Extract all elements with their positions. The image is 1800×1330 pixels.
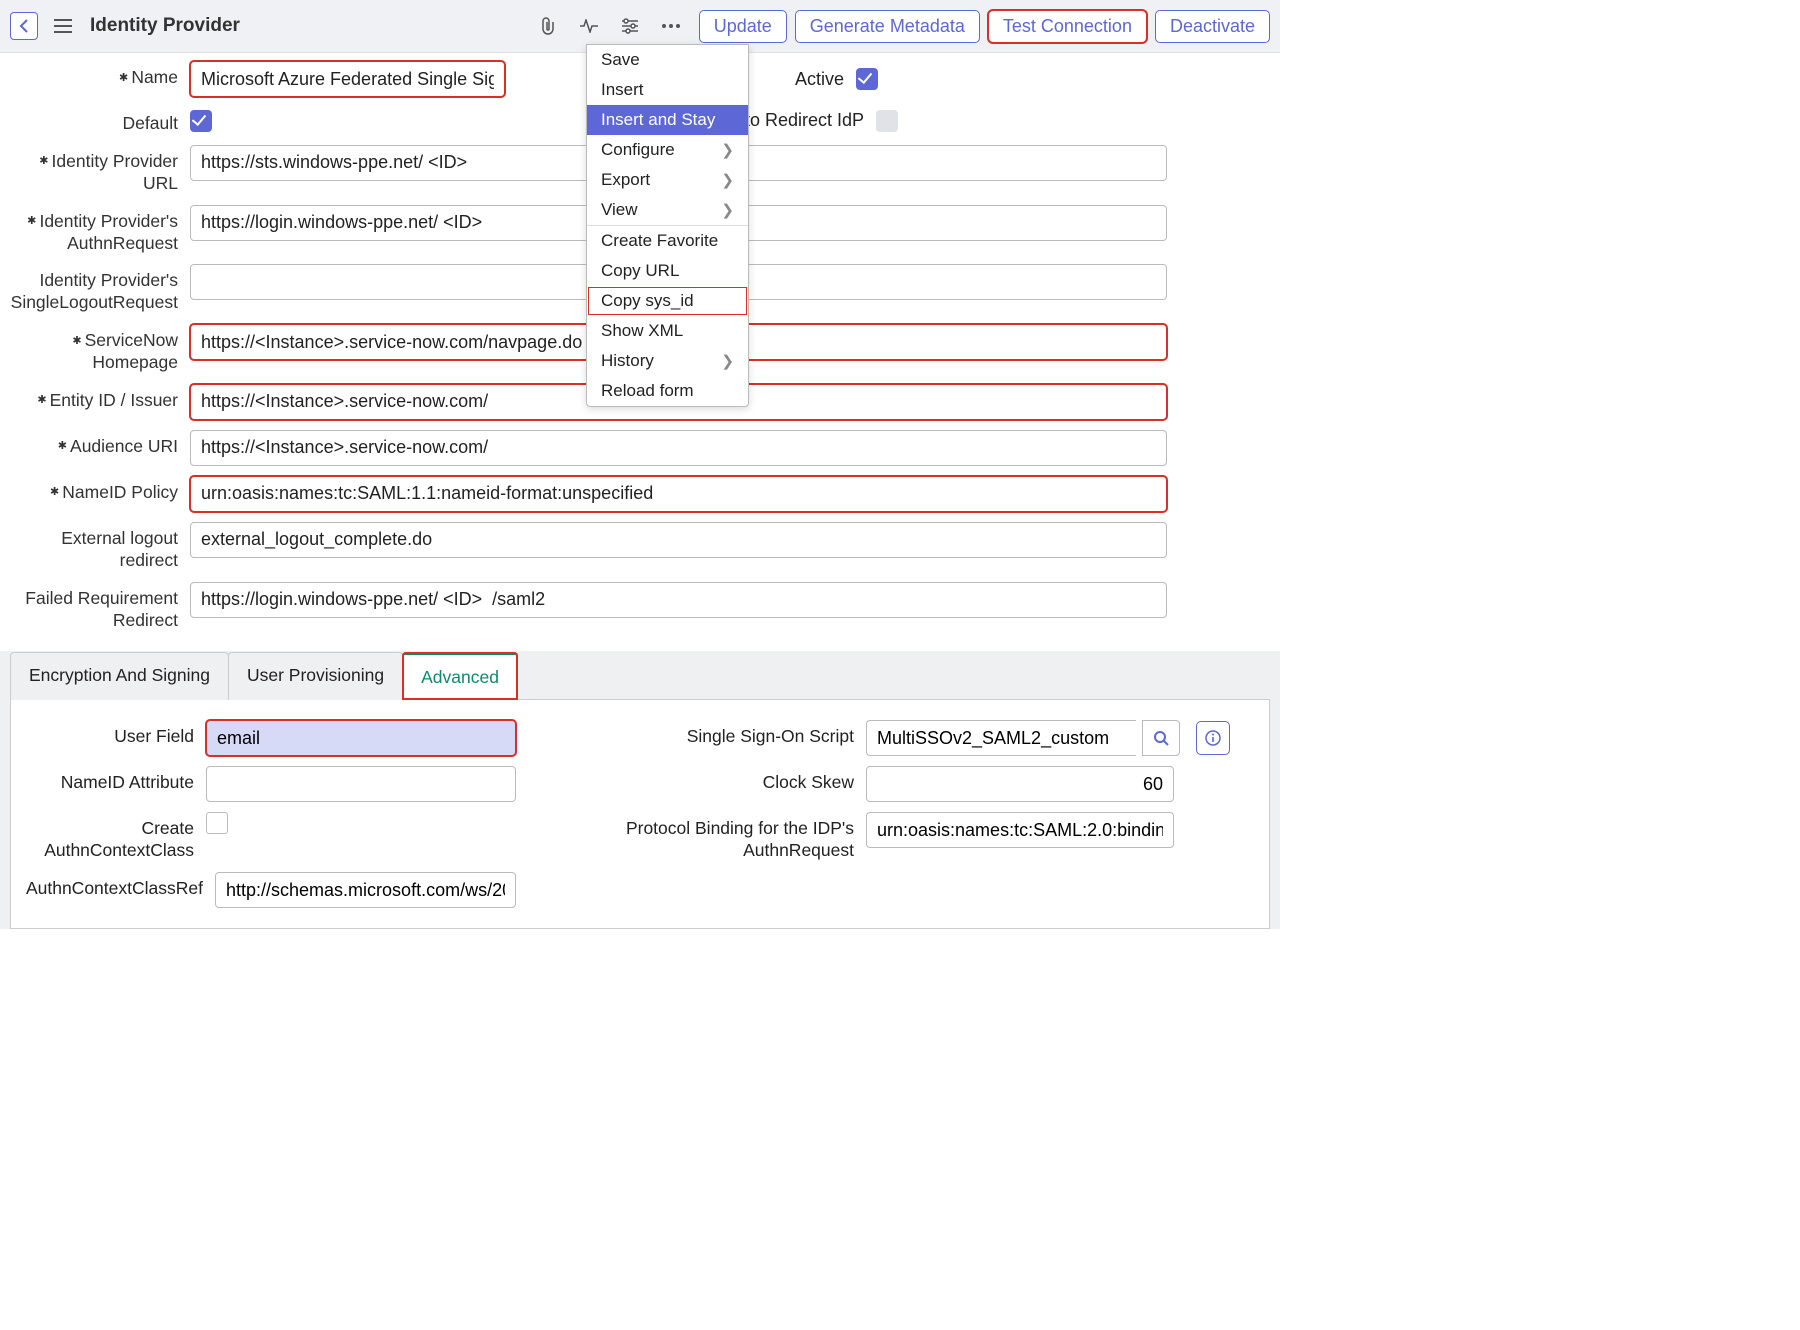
nameid-attribute-input[interactable] — [206, 766, 516, 802]
field-label: NameID Attribute — [21, 766, 206, 794]
name-input[interactable] — [190, 61, 505, 97]
field-label: External logout redirect — [10, 522, 190, 572]
activity-icon[interactable] — [579, 19, 599, 33]
nameid-policy-input[interactable] — [190, 476, 1167, 512]
external-logout-input[interactable] — [190, 522, 1167, 558]
tab-encryption-signing[interactable]: Encryption And Signing — [10, 652, 229, 700]
clock-skew-input[interactable] — [866, 766, 1174, 802]
failed-redirect-input[interactable] — [190, 582, 1167, 618]
field-label: Entity ID / Issuer — [10, 384, 190, 420]
lookup-button[interactable] — [1142, 720, 1180, 756]
ctx-create-favorite[interactable]: Create Favorite — [587, 226, 748, 256]
ctx-history[interactable]: History❯ — [587, 346, 748, 376]
default-checkbox[interactable] — [190, 110, 212, 132]
context-menu: Save Insert Insert and Stay Configure❯ E… — [586, 44, 749, 407]
sso-script-input[interactable] — [866, 720, 1136, 756]
ctx-save[interactable]: Save — [587, 45, 748, 75]
field-label: NameID Policy — [10, 476, 190, 512]
info-icon — [1205, 730, 1221, 746]
field-label: Single Sign-On Script — [521, 720, 866, 748]
field-label: Audience URI — [10, 430, 190, 466]
tab-advanced[interactable]: Advanced — [402, 652, 518, 700]
tab-user-provisioning[interactable]: User Provisioning — [228, 652, 403, 700]
field-label: ServiceNow Homepage — [10, 324, 190, 374]
chevron-right-icon: ❯ — [721, 352, 734, 370]
auto-redirect-checkbox[interactable] — [876, 110, 898, 132]
header-buttons: Update Generate Metadata Test Connection… — [699, 10, 1270, 43]
ctx-configure[interactable]: Configure❯ — [587, 135, 748, 165]
chevron-right-icon: ❯ — [721, 171, 734, 189]
ctx-copy-url[interactable]: Copy URL — [587, 256, 748, 286]
field-label: Create AuthnContextClass — [21, 812, 206, 862]
tab-bar: Encryption And Signing User Provisioning… — [10, 651, 1270, 700]
field-label: Identity Provider's SingleLogoutRequest — [10, 264, 190, 314]
back-button[interactable] — [10, 12, 38, 40]
deactivate-button[interactable]: Deactivate — [1155, 10, 1270, 43]
field-label: Failed Requirement Redirect — [10, 582, 190, 632]
field-label: Protocol Binding for the IDP's AuthnRequ… — [521, 812, 866, 862]
ctx-insert[interactable]: Insert — [587, 75, 748, 105]
update-button[interactable]: Update — [699, 10, 787, 43]
ctx-export[interactable]: Export❯ — [587, 165, 748, 195]
ctx-copy-sys-id[interactable]: Copy sys_id — [587, 286, 748, 316]
field-label: Identity Provider's AuthnRequest — [10, 205, 190, 255]
ctx-view[interactable]: View❯ — [587, 195, 748, 225]
menu-icon[interactable] — [54, 19, 72, 33]
create-authn-checkbox[interactable] — [206, 812, 228, 834]
user-field-input[interactable] — [206, 720, 516, 756]
search-icon — [1153, 730, 1169, 746]
ctx-show-xml[interactable]: Show XML — [587, 316, 748, 346]
tab-section: Encryption And Signing User Provisioning… — [0, 651, 1280, 929]
more-icon[interactable] — [661, 23, 681, 29]
field-label: AuthnContextClassRef — [21, 872, 215, 900]
field-label: uto Redirect IdP — [735, 110, 864, 131]
attachment-icon[interactable] — [539, 16, 557, 36]
field-label: Clock Skew — [521, 766, 866, 794]
page-title: Identity Provider — [90, 15, 539, 37]
authn-context-ref-input[interactable] — [215, 872, 516, 908]
field-label: Name — [10, 61, 190, 97]
audience-uri-input[interactable] — [190, 430, 1167, 466]
ctx-insert-stay[interactable]: Insert and Stay — [587, 105, 748, 135]
settings-icon[interactable] — [621, 18, 639, 34]
info-button[interactable] — [1196, 721, 1230, 755]
chevron-left-icon — [19, 19, 29, 33]
field-label: Active — [795, 69, 844, 90]
field-label: Default — [10, 107, 190, 135]
chevron-right-icon: ❯ — [721, 201, 734, 219]
active-checkbox[interactable] — [856, 68, 878, 90]
protocol-binding-input[interactable] — [866, 812, 1174, 848]
field-label: Identity Provider URL — [10, 145, 190, 195]
tab-advanced-content: User Field NameID Attribute Create Authn… — [10, 700, 1270, 929]
test-connection-button[interactable]: Test Connection — [988, 10, 1147, 43]
header-actions-icons — [539, 16, 681, 36]
ctx-reload-form[interactable]: Reload form — [587, 376, 748, 406]
generate-metadata-button[interactable]: Generate Metadata — [795, 10, 980, 43]
chevron-right-icon: ❯ — [721, 141, 734, 159]
field-label: User Field — [21, 720, 206, 748]
